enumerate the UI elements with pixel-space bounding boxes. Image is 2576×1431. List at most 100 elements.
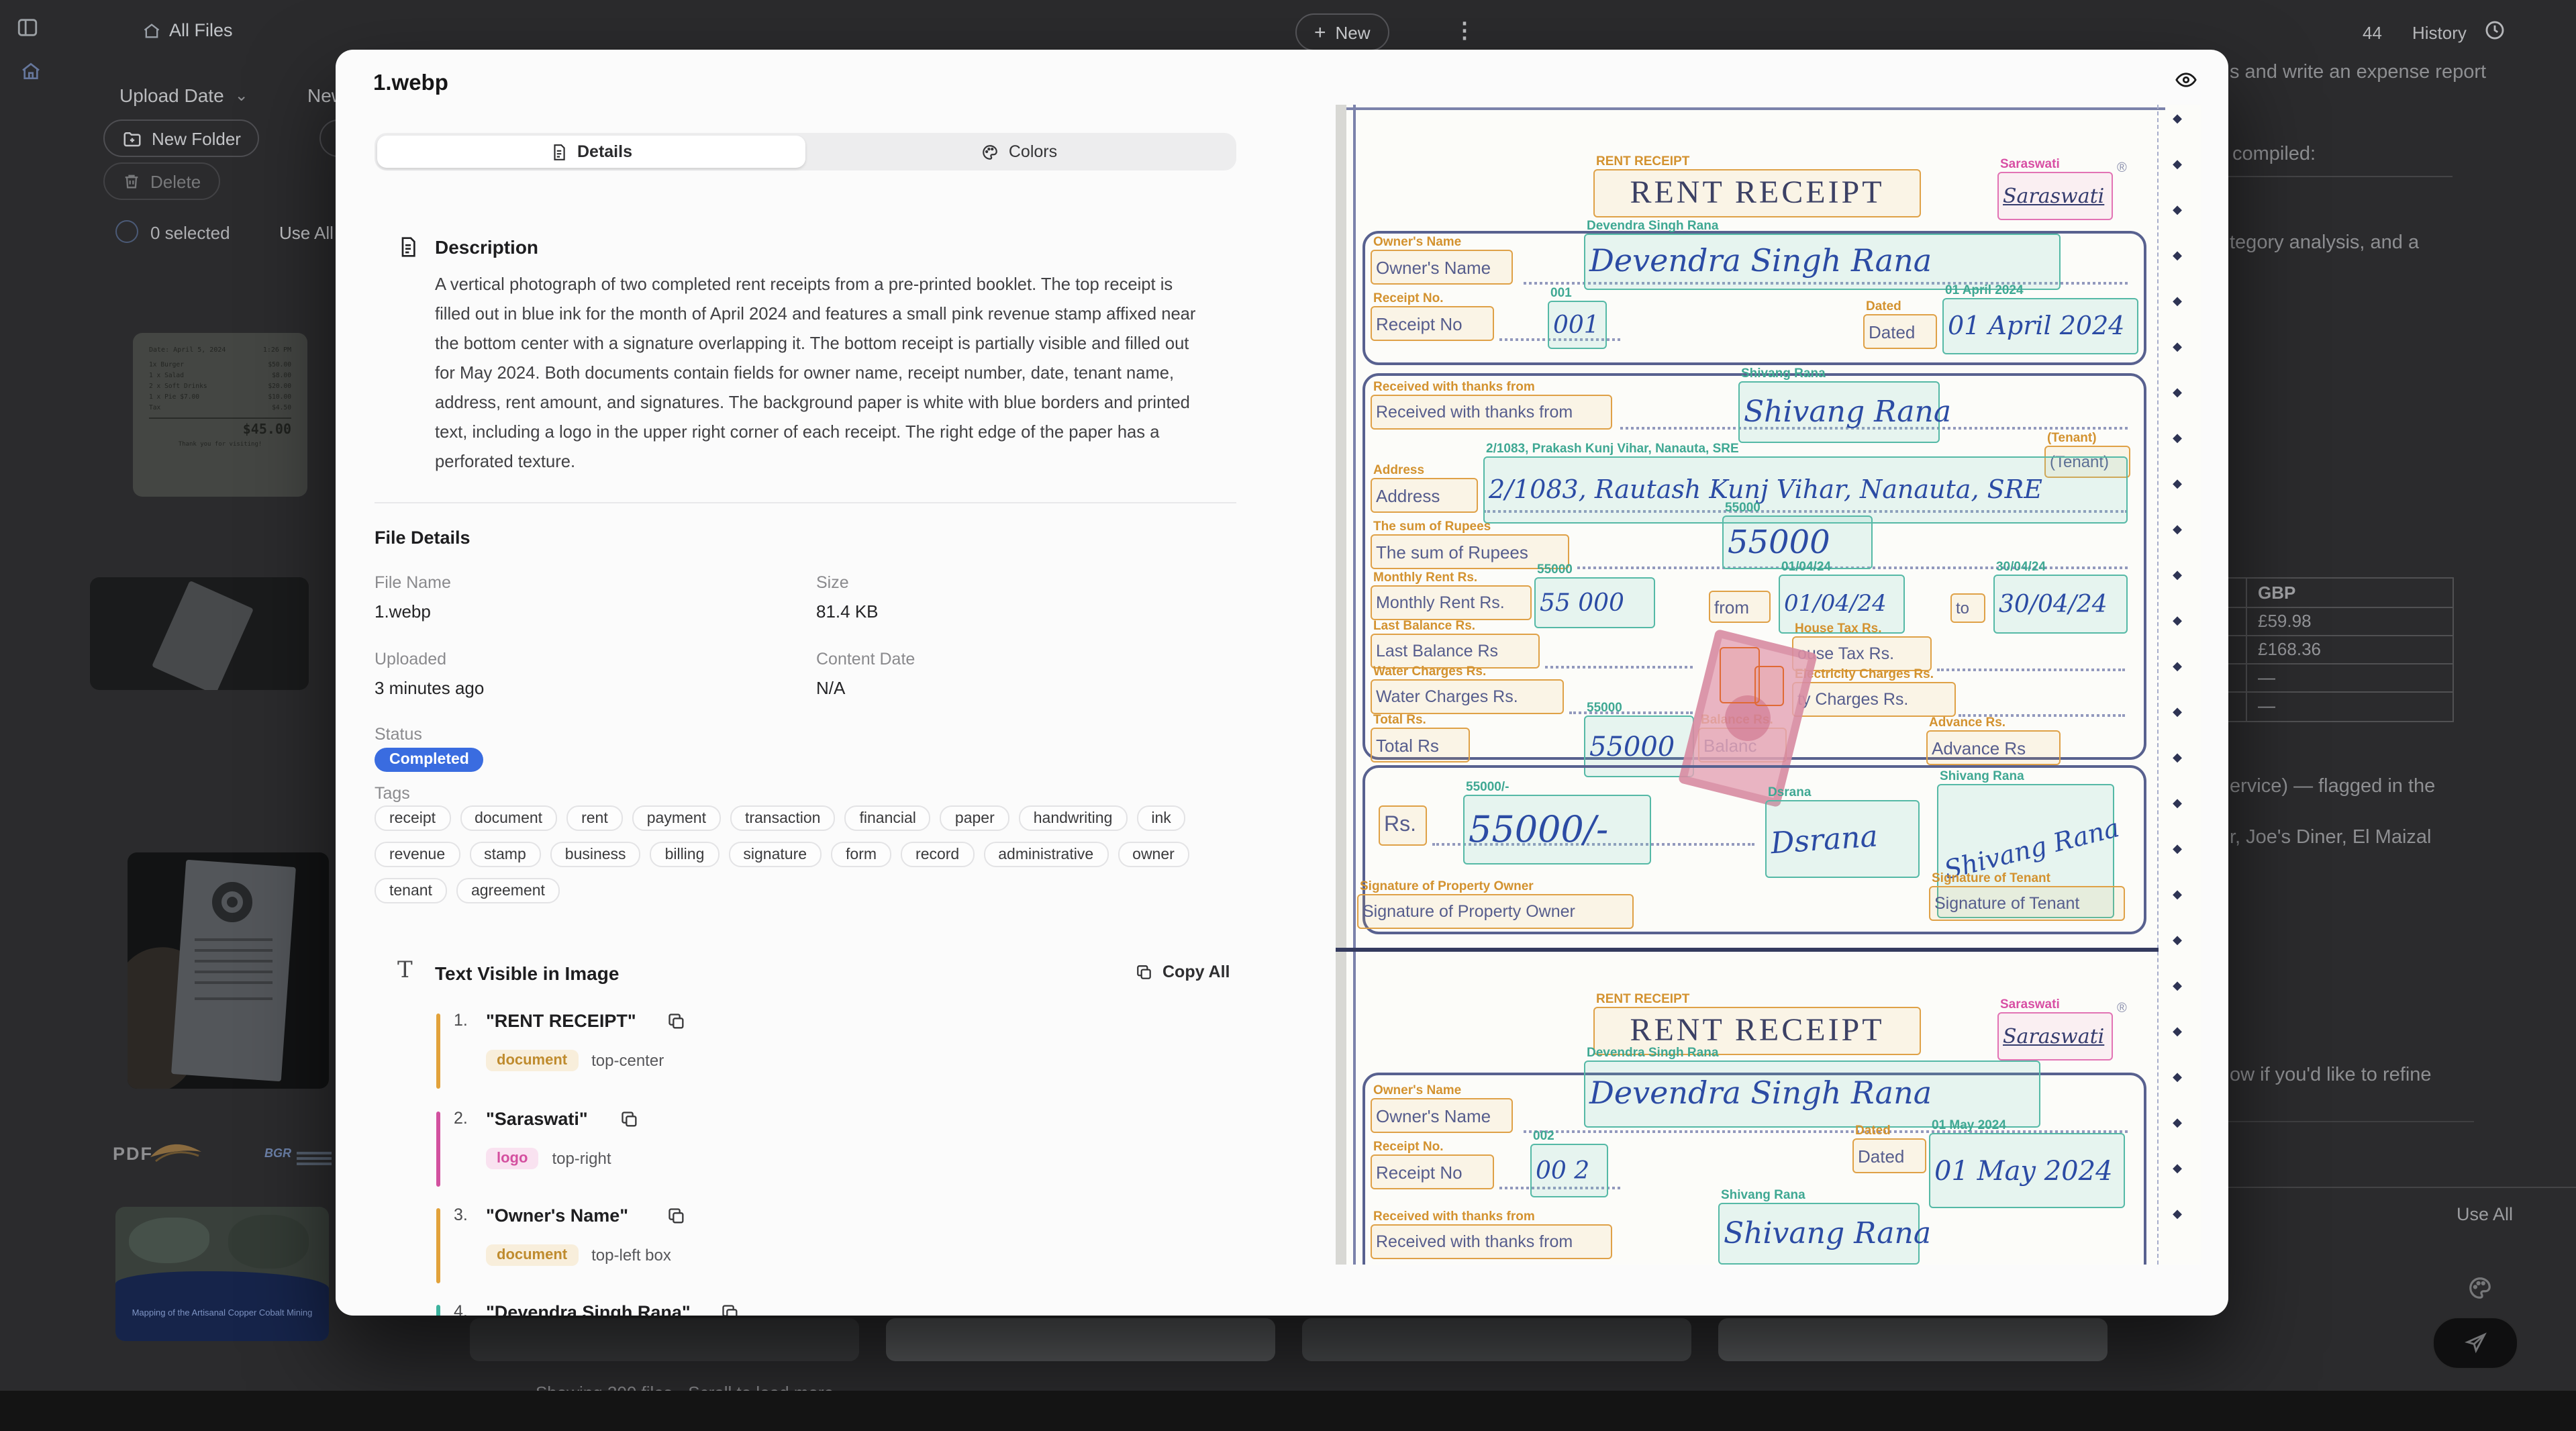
file-thumbnail-strip[interactable] [470,1318,859,1361]
tag[interactable]: business [550,842,641,867]
sidebar-toggle-icon[interactable] [16,16,39,39]
tag[interactable]: owner [1118,842,1189,867]
copy-icon[interactable] [620,1110,639,1129]
new-button[interactable]: + New [1295,13,1389,51]
table-header-gbp: GBP [2258,583,2295,603]
tag[interactable]: receipt [375,805,450,831]
history-clock-icon[interactable] [2483,19,2506,42]
uploaded-label: Uploaded [375,650,446,669]
table-row-line [2228,663,2454,664]
tag[interactable]: document [460,805,557,831]
dotted-line [1545,634,1693,669]
chat-use-all-button[interactable]: Use All [2457,1204,2513,1224]
tag[interactable]: ink [1136,805,1185,831]
file-thumbnail-strip[interactable] [1718,1318,2108,1361]
table-cell: — [2258,695,2275,716]
map-terrain2 [228,1215,309,1269]
file-name-value: 1.webp [375,601,431,622]
tag[interactable]: billing [650,842,720,867]
status-label: Status [375,725,422,744]
file-thumbnail-map[interactable]: Mapping of the Artisanal Copper Cobalt M… [115,1207,329,1341]
file-thumbnail-receipt[interactable]: Date: April 5, 20241:26 PM 1x Burger$50.… [133,333,307,497]
tag[interactable]: tenant [375,878,447,903]
copy-icon[interactable] [667,1012,686,1031]
section-divider [375,502,1236,503]
ann-title-1: RENT RECEIPTRENT RECEIPT [1593,169,1921,217]
table-row-line [2228,691,2454,693]
new-folder-button[interactable]: New Folder [103,119,260,157]
palette-icon[interactable] [2467,1275,2493,1301]
description-text: A vertical photograph of two completed r… [435,270,1208,477]
tag[interactable]: handwriting [1019,805,1128,831]
ann-address-value-1: 2/1083, Prakash Kunj Vihar, Nanauta, SRE… [1483,456,2128,524]
ann-address-field-1: AddressAddress [1371,478,1478,513]
plus-icon: + [1314,22,1326,42]
select-all-checkbox[interactable] [115,220,138,243]
copy-all-button[interactable]: Copy All [1136,963,1230,981]
trash-icon [122,172,141,191]
file-thumbnail-target-receipt[interactable] [128,852,329,1089]
breadcrumb-label: All Files [169,20,233,40]
item-badge: document [486,1050,578,1071]
text-item-2: 2. "Saraswati" logotop-right [436,1109,1215,1189]
ann-sig-tenant-label-1: Signature of TenantSignature of Tenant [1929,886,2125,921]
tag[interactable]: stamp [469,842,541,867]
file-thumbnail-photo[interactable] [90,577,309,690]
chat-line-4: ervice) — flagged in the [2230,776,2435,797]
chat-divider-2 [2228,1121,2474,1122]
preview-eye-icon[interactable] [2175,68,2197,91]
dotted-line [1959,682,2125,717]
tag[interactable]: financial [845,805,931,831]
thumb-total: $45.00 [149,417,291,438]
ann-stamp-box-2 [1754,666,1784,706]
tag[interactable]: administrative [983,842,1108,867]
file-thumbnail-strip[interactable] [1302,1318,1691,1361]
tag[interactable]: record [901,842,974,867]
home-rail-icon[interactable] [20,60,42,82]
receipt-lines [195,938,273,941]
history-button[interactable]: History [2412,23,2467,43]
tab-details[interactable]: Details [377,136,805,168]
ann-signature-owner-1: DsranaDsrana [1765,800,1920,878]
content-date-value: N/A [816,678,845,698]
kebab-menu-icon[interactable]: ⋮ [1454,17,1475,44]
tag[interactable]: form [831,842,891,867]
ann-receipt-no-value-2: 00200 2 [1530,1144,1608,1197]
tag[interactable]: rent [566,805,623,831]
tag[interactable]: agreement [456,878,560,903]
delete-button[interactable]: Delete [103,162,219,200]
use-all-toggle[interactable]: Use All [279,223,334,243]
copy-icon[interactable] [721,1303,740,1316]
tab-colors[interactable]: Colors [805,136,1234,168]
item-color-bar [436,1112,440,1187]
sort-dropdown[interactable]: Upload Date ⌄ [119,85,248,106]
annotated-receipt-image[interactable]: ◆◆◆◆◆◆◆◆◆◆◆◆◆◆◆◆◆◆◆◆◆◆◆◆◆ RENT RECEIPTRE… [1336,105,2201,1265]
file-details-heading: File Details [375,528,470,548]
copy-icon[interactable] [667,1207,686,1226]
uploaded-value: 3 minutes ago [375,678,484,698]
history-count: 44 [2363,23,2382,43]
ann-last-balance-1: Last Balance Rs.Last Balance Rs [1371,634,1540,669]
ann-electricity-charges-1: Electricity Charges Rs.ty Charges Rs. [1792,682,1956,717]
ann-logo-1: SaraswatiSaraswati [1997,172,2113,220]
tag[interactable]: revenue [375,842,460,867]
breadcrumb[interactable]: All Files [142,20,233,40]
ann-total-field-1: Total Rs.Total Rs [1371,728,1470,762]
item-badge: logo [486,1148,538,1169]
photo-left-margin [1336,105,1346,1265]
tag[interactable]: transaction [730,805,836,831]
ann-owner-value-1: Devendra Singh RanaDevendra Singh Rana [1584,234,2061,290]
ann-tenant-value-1: Shivang RanaShivang Rana [1738,381,1940,443]
chat-line-6: ow if you'd like to refine [2230,1065,2432,1086]
target-logo-dot [227,897,238,907]
tag[interactable]: payment [632,805,721,831]
ann-owner-field-1: Owner's NameOwner's Name [1371,250,1513,285]
ann-owner-field-2: Owner's NameOwner's Name [1371,1098,1513,1133]
ann-tenant-value-2: Shivang RanaShivang Rana [1718,1203,1920,1265]
table-col-divider [2246,579,2247,721]
send-button[interactable] [2432,1317,2518,1369]
dotted-line [1524,1098,2128,1133]
file-thumbnail-strip[interactable] [886,1318,1275,1361]
tag[interactable]: signature [728,842,822,867]
tag[interactable]: paper [940,805,1009,831]
